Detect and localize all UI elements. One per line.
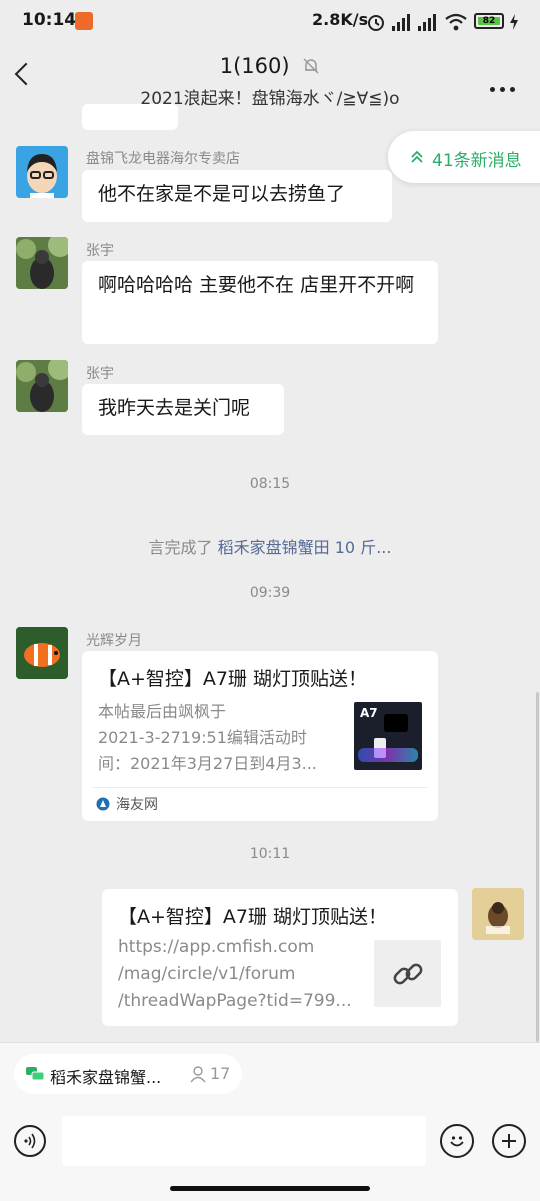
chat-subtitle: 2021浪起来！盘锦海水ヾ/≧∀≦)o (140, 89, 400, 109)
more-options-button[interactable] (490, 77, 520, 96)
chat-title: 1(160) (0, 54, 540, 78)
avatar[interactable] (16, 237, 68, 289)
system-message-text: 言完成了 (148, 538, 213, 557)
status-time: 10:14 (22, 10, 77, 30)
timestamp: 10:11 (249, 846, 291, 862)
avatar-photo-icon (16, 360, 68, 412)
app-notification-icon (75, 12, 93, 30)
signal-icon-2 (418, 14, 436, 31)
link-card-title: 【A+智控】A7珊 瑚灯顶贴送！ (98, 668, 368, 690)
url-line: /threadWapPage?tid=799... (118, 991, 352, 1011)
avatar-clownfish-icon (16, 627, 68, 679)
message-input[interactable] (62, 1116, 426, 1166)
avatar-photo-icon (16, 237, 68, 289)
double-chevron-up-icon (411, 150, 423, 163)
link-thumbnail (374, 940, 441, 1007)
sender-name: 盘锦飞龙电器海尔专卖店 (86, 151, 240, 167)
link-card-description-line: 本帖最后由飒枫于 (98, 702, 227, 721)
charging-icon (510, 14, 518, 30)
emoji-icon (450, 1136, 464, 1147)
message-bubble[interactable]: 啊哈哈哈哈 主要他不在 店里开不开啊 (82, 261, 438, 344)
plus-icon (502, 1134, 516, 1148)
scrollbar[interactable] (536, 692, 539, 1042)
emoji-button[interactable] (440, 1124, 474, 1158)
link-card-description-line: 间：2021年3月27日到4月3... (98, 754, 317, 773)
my-link-card-url: https://app.cmfish.com /mag/circle/v1/fo… (118, 934, 368, 1015)
mute-bell-icon (303, 58, 319, 74)
battery-icon: 82 (474, 13, 504, 29)
timestamp: 08:15 (249, 476, 291, 492)
chat-title-text: 1(160) (219, 54, 290, 78)
system-message: 言完成了 稻禾家盘锦蟹田 10 斤... (0, 534, 540, 558)
related-group-chip[interactable]: 稻禾家盘锦蟹... 17 (14, 1054, 242, 1094)
message-bubble[interactable]: 我昨天去是关门呢 (82, 384, 284, 435)
related-group-count: 17 (210, 1064, 231, 1083)
url-line: /mag/circle/v1/forum (118, 964, 296, 984)
url-line: https://app.cmfish.com (118, 937, 315, 957)
sender-name: 张宇 (86, 243, 114, 259)
wifi-icon (445, 13, 467, 31)
network-speed: 2.8K/s (312, 10, 369, 29)
sender-name: 张宇 (86, 366, 114, 382)
link-card-description: 本帖最后由飒枫于 2021-3-2719:51编辑活动时 间：2021年3月27… (98, 699, 348, 777)
group-chat-icon (26, 1067, 44, 1081)
message-bubble[interactable]: 他不在家是不是可以去捞鱼了 (82, 170, 392, 222)
message-bubble-partial[interactable] (82, 104, 178, 130)
related-group-name: 稻禾家盘锦蟹... (50, 1068, 162, 1087)
avatar-cartoon-icon (16, 146, 68, 198)
home-indicator (170, 1186, 370, 1191)
link-card[interactable]: 【A+智控】A7珊 瑚灯顶贴送！ 本帖最后由飒枫于 2021-3-2719:51… (82, 651, 438, 821)
link-card-thumbnail: A7 (354, 702, 422, 770)
my-avatar[interactable] (472, 888, 524, 940)
status-bar: 10:14 2.8K/s 82 (0, 0, 540, 44)
voice-icon (24, 1133, 36, 1149)
avatar[interactable] (16, 360, 68, 412)
new-messages-label: 41条新消息 (432, 151, 522, 171)
link-chain-icon (393, 963, 423, 985)
new-messages-button[interactable]: 41条新消息 (388, 131, 540, 183)
add-attachment-button[interactable] (492, 1124, 526, 1158)
battery-level: 82 (478, 17, 500, 26)
timestamp: 09:39 (249, 585, 291, 601)
thumbnail-label: A7 (360, 706, 378, 720)
signal-icon-1 (392, 14, 410, 31)
person-icon (190, 1066, 206, 1083)
source-logo-icon (96, 797, 110, 811)
alarm-icon (368, 15, 384, 31)
my-link-card-title: 【A+智控】A7珊 瑚灯顶贴送！ (118, 906, 388, 928)
avatar[interactable] (16, 627, 68, 679)
avatar-drawing-icon (472, 888, 524, 940)
system-message-link[interactable]: 稻禾家盘锦蟹田 10 斤... (218, 538, 392, 557)
voice-button[interactable] (14, 1125, 46, 1157)
link-card-description-line: 2021-3-2719:51编辑活动时 (98, 728, 307, 747)
link-card-source: 海友网 (116, 797, 158, 813)
my-link-card[interactable]: 【A+智控】A7珊 瑚灯顶贴送！ https://app.cmfish.com … (102, 889, 458, 1026)
sender-name: 光辉岁月 (86, 633, 142, 649)
avatar[interactable] (16, 146, 68, 198)
